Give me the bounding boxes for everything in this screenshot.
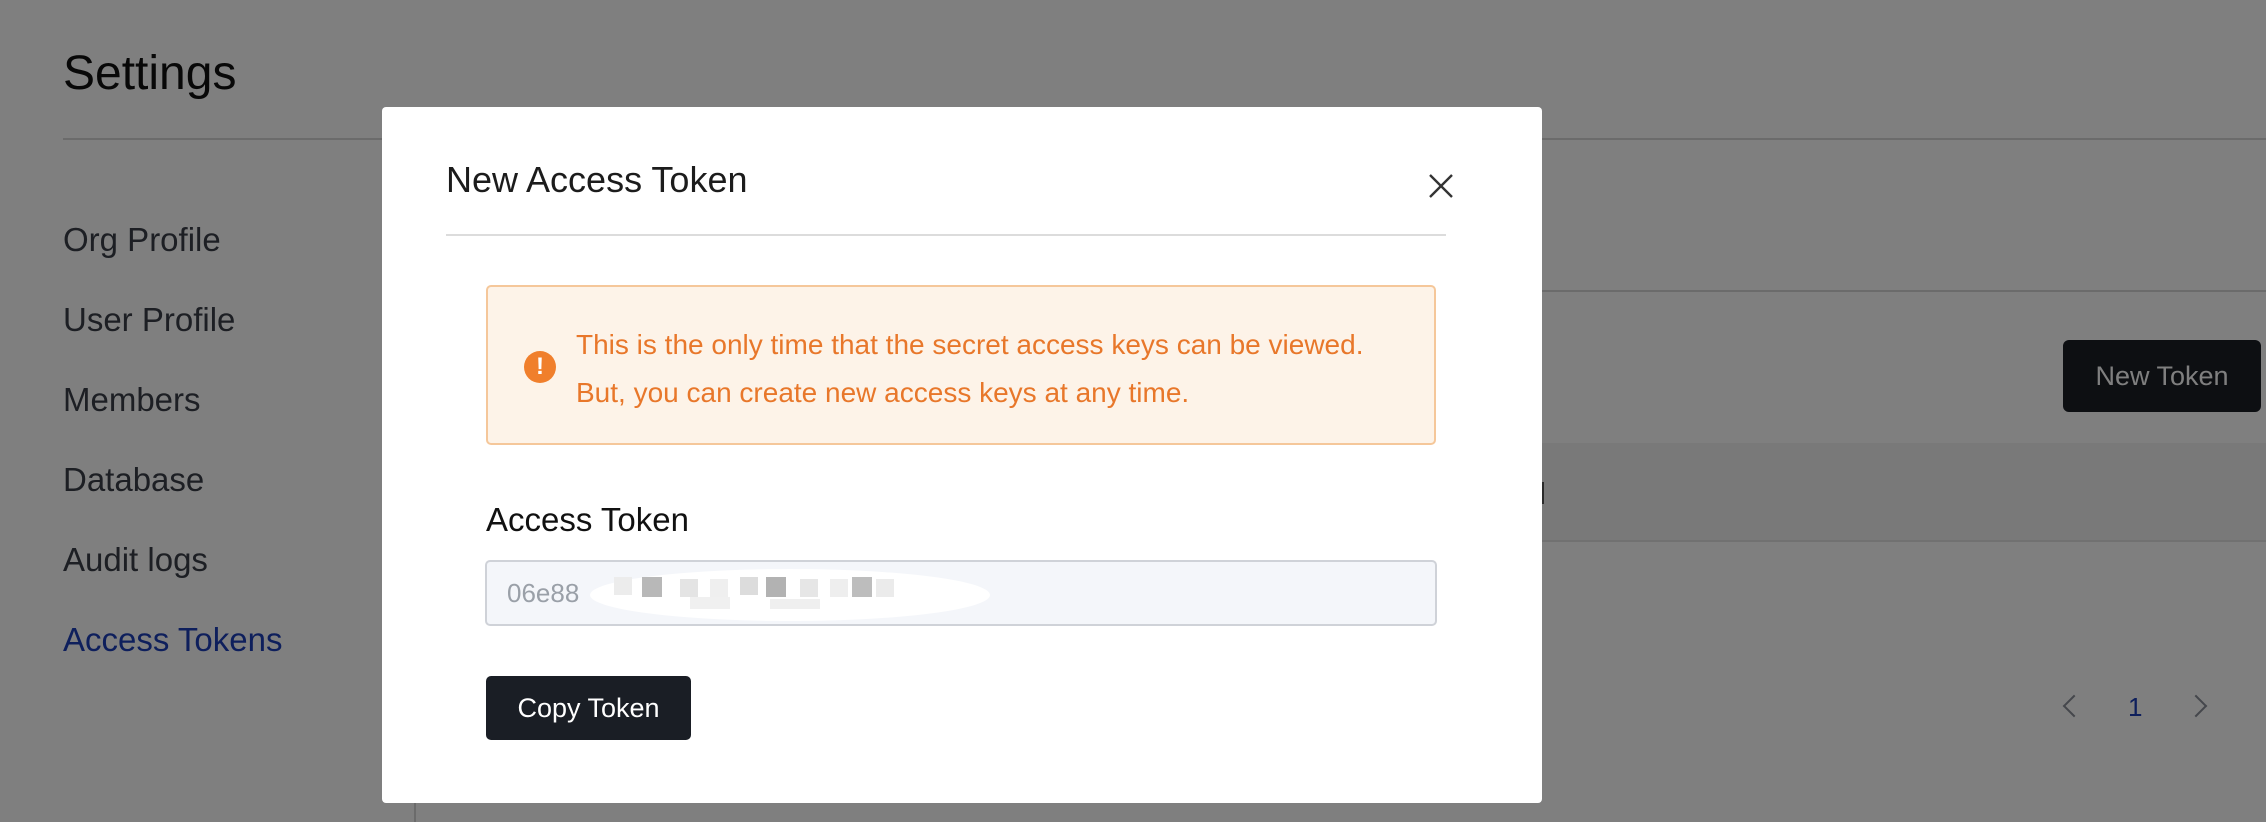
close-icon[interactable] — [1426, 171, 1456, 201]
access-token-label: Access Token — [486, 501, 689, 538]
access-token-input[interactable] — [485, 560, 1437, 626]
modal-title: New Access Token — [446, 159, 748, 200]
warning-alert: ! This is the only time that the secret … — [486, 285, 1436, 445]
page: Settings Org Profile User Profile Member… — [0, 0, 2266, 822]
modal-divider — [446, 234, 1446, 236]
new-access-token-modal: New Access Token ! This is the only time… — [382, 107, 1542, 803]
warning-text: This is the only time that the secret ac… — [576, 329, 1364, 408]
exclamation-circle-icon: ! — [524, 351, 556, 383]
copy-token-button[interactable]: Copy Token — [486, 676, 691, 740]
